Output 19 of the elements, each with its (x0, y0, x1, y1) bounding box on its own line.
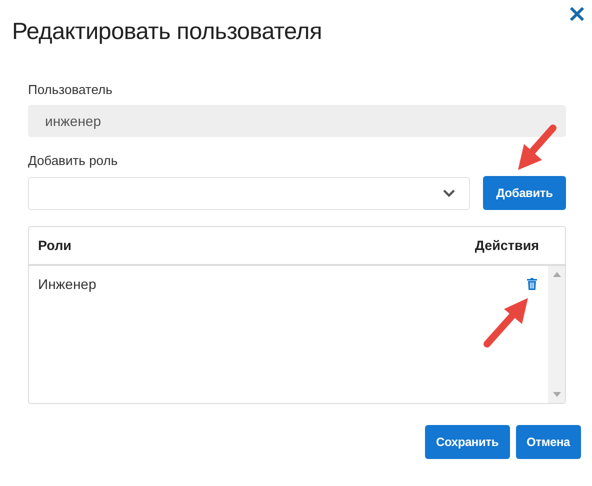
trash-icon[interactable] (527, 278, 537, 290)
footer-button[interactable]: Отмена (516, 425, 581, 459)
field-label: Добавить роль (28, 153, 118, 168)
chevron-down-icon (443, 189, 455, 197)
column-header: Действия (474, 238, 539, 253)
user-field[interactable]: инженер (28, 105, 566, 137)
close-button[interactable] (569, 6, 585, 22)
scrollbar[interactable] (548, 266, 565, 403)
footer-button[interactable]: Сохранить (425, 425, 510, 459)
dialog-title: Редактировать пользователя (12, 18, 322, 45)
role-dropdown[interactable] (28, 176, 470, 210)
scroll-down-icon[interactable] (552, 392, 560, 397)
add-button[interactable]: Добавить (483, 176, 566, 210)
column-header: Роли (38, 238, 72, 253)
table-cell: Инженер (38, 276, 96, 292)
field-label: Пользователь (28, 82, 112, 97)
annotation-arrow (484, 298, 528, 348)
scroll-up-icon[interactable] (552, 272, 560, 277)
annotation-arrow (518, 124, 556, 170)
